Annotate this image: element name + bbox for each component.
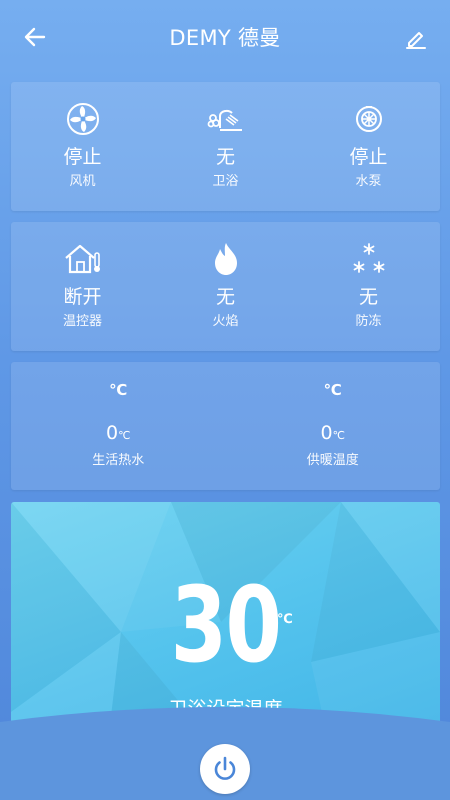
hot-water-unit-icon: ℃ bbox=[109, 381, 128, 399]
status-flame: 无 火焰 bbox=[154, 222, 297, 351]
status-thermostat: 断开 温控器 bbox=[11, 222, 154, 351]
heating-label: 供暖温度 bbox=[306, 453, 359, 468]
hot-water-value-wrap: 0℃ bbox=[106, 422, 130, 447]
arrow-left-icon bbox=[24, 27, 46, 47]
pencil-icon bbox=[406, 32, 426, 49]
status-card-2: 断开 温控器 无 火焰 无 防冻 bbox=[11, 222, 440, 351]
heating-unit-icon: ℃ bbox=[323, 381, 342, 399]
fan-status-value: 停止 bbox=[63, 146, 102, 168]
flame-status-label: 火焰 bbox=[212, 314, 239, 329]
heating-unit: ℃ bbox=[332, 429, 345, 442]
thermostat-status-label: 温控器 bbox=[62, 314, 102, 329]
thermostat-status-value: 断开 bbox=[63, 286, 102, 308]
hot-water-label: 生活热水 bbox=[92, 453, 145, 468]
power-icon bbox=[214, 756, 236, 780]
flame-icon bbox=[214, 243, 237, 275]
heating-temp: ℃ 0℃ 供暖温度 bbox=[226, 362, 441, 490]
status-card-1: 停止 风机 无 卫浴 停止 水泵 bbox=[11, 82, 440, 211]
hot-water-temp: ℃ 0℃ 生活热水 bbox=[11, 362, 226, 490]
pump-status-label: 水泵 bbox=[355, 174, 382, 189]
flame-status-value: 无 bbox=[215, 286, 235, 308]
antifreeze-status-value: 无 bbox=[358, 286, 378, 308]
pump-status-value: 停止 bbox=[349, 146, 388, 168]
heating-value-wrap: 0℃ bbox=[321, 422, 345, 447]
hot-water-value: 0 bbox=[106, 422, 119, 444]
setpoint-unit: ℃ bbox=[277, 612, 293, 627]
power-button[interactable] bbox=[200, 744, 250, 794]
fan-icon bbox=[66, 103, 99, 135]
page-title: DEMY 德曼 bbox=[169, 26, 281, 50]
app-header: DEMY 德曼 bbox=[0, 0, 450, 74]
status-fan: 停止 风机 bbox=[11, 82, 154, 211]
status-antifreeze: 无 防冻 bbox=[297, 222, 440, 351]
hot-water-unit: ℃ bbox=[118, 429, 131, 442]
setpoint-value: 30 bbox=[170, 564, 282, 686]
status-pump: 停止 水泵 bbox=[297, 82, 440, 211]
home-thermostat-icon bbox=[64, 244, 100, 274]
snowflake-icon bbox=[353, 243, 384, 273]
pump-icon bbox=[355, 106, 382, 132]
bath-status-label: 卫浴 bbox=[212, 174, 239, 189]
back-button[interactable] bbox=[20, 22, 50, 52]
edit-button[interactable] bbox=[402, 24, 430, 52]
bath-icon bbox=[207, 109, 242, 131]
status-bath: 无 卫浴 bbox=[154, 82, 297, 211]
antifreeze-status-label: 防冻 bbox=[355, 314, 382, 329]
fan-status-label: 风机 bbox=[69, 174, 96, 189]
temperature-card: ℃ 0℃ 生活热水 ℃ 0℃ 供暖温度 bbox=[11, 362, 440, 490]
heating-value: 0 bbox=[320, 422, 333, 444]
bath-status-value: 无 bbox=[215, 146, 235, 168]
